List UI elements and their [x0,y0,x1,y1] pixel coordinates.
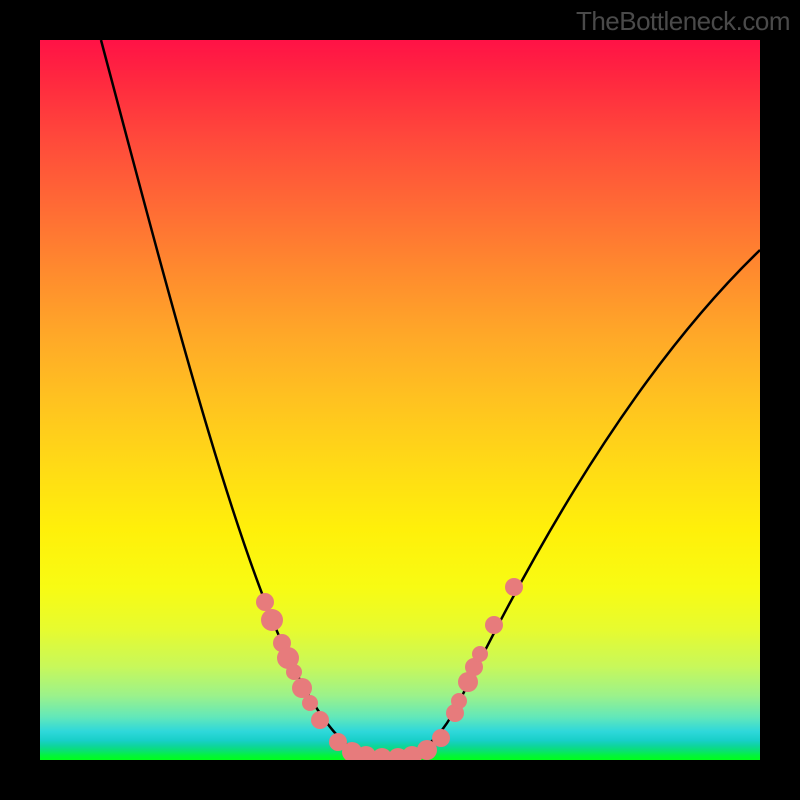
data-marker [256,593,274,611]
data-marker [505,578,523,596]
data-marker [261,609,283,631]
data-marker [329,733,347,751]
data-marker [446,704,464,722]
bottleneck-curve [101,40,760,758]
data-marker [485,616,503,634]
data-marker [372,748,392,760]
data-marker [273,634,291,652]
chart-frame: TheBottleneck.com [0,0,800,800]
curve-svg [40,40,760,760]
data-marker [465,658,483,676]
data-marker [458,672,478,692]
data-marker [451,693,467,709]
data-marker [292,678,312,698]
plot-area [40,40,760,760]
data-marker [417,740,437,760]
data-marker [277,647,299,669]
data-marker [342,742,362,760]
data-marker [432,729,450,747]
data-marker [286,664,302,680]
data-marker [311,711,329,729]
data-marker [472,646,488,662]
watermark-text: TheBottleneck.com [576,6,790,37]
data-marker [388,748,408,760]
data-marker [302,695,318,711]
data-marker [402,746,422,760]
marker-group [256,578,523,760]
data-marker [356,746,376,760]
